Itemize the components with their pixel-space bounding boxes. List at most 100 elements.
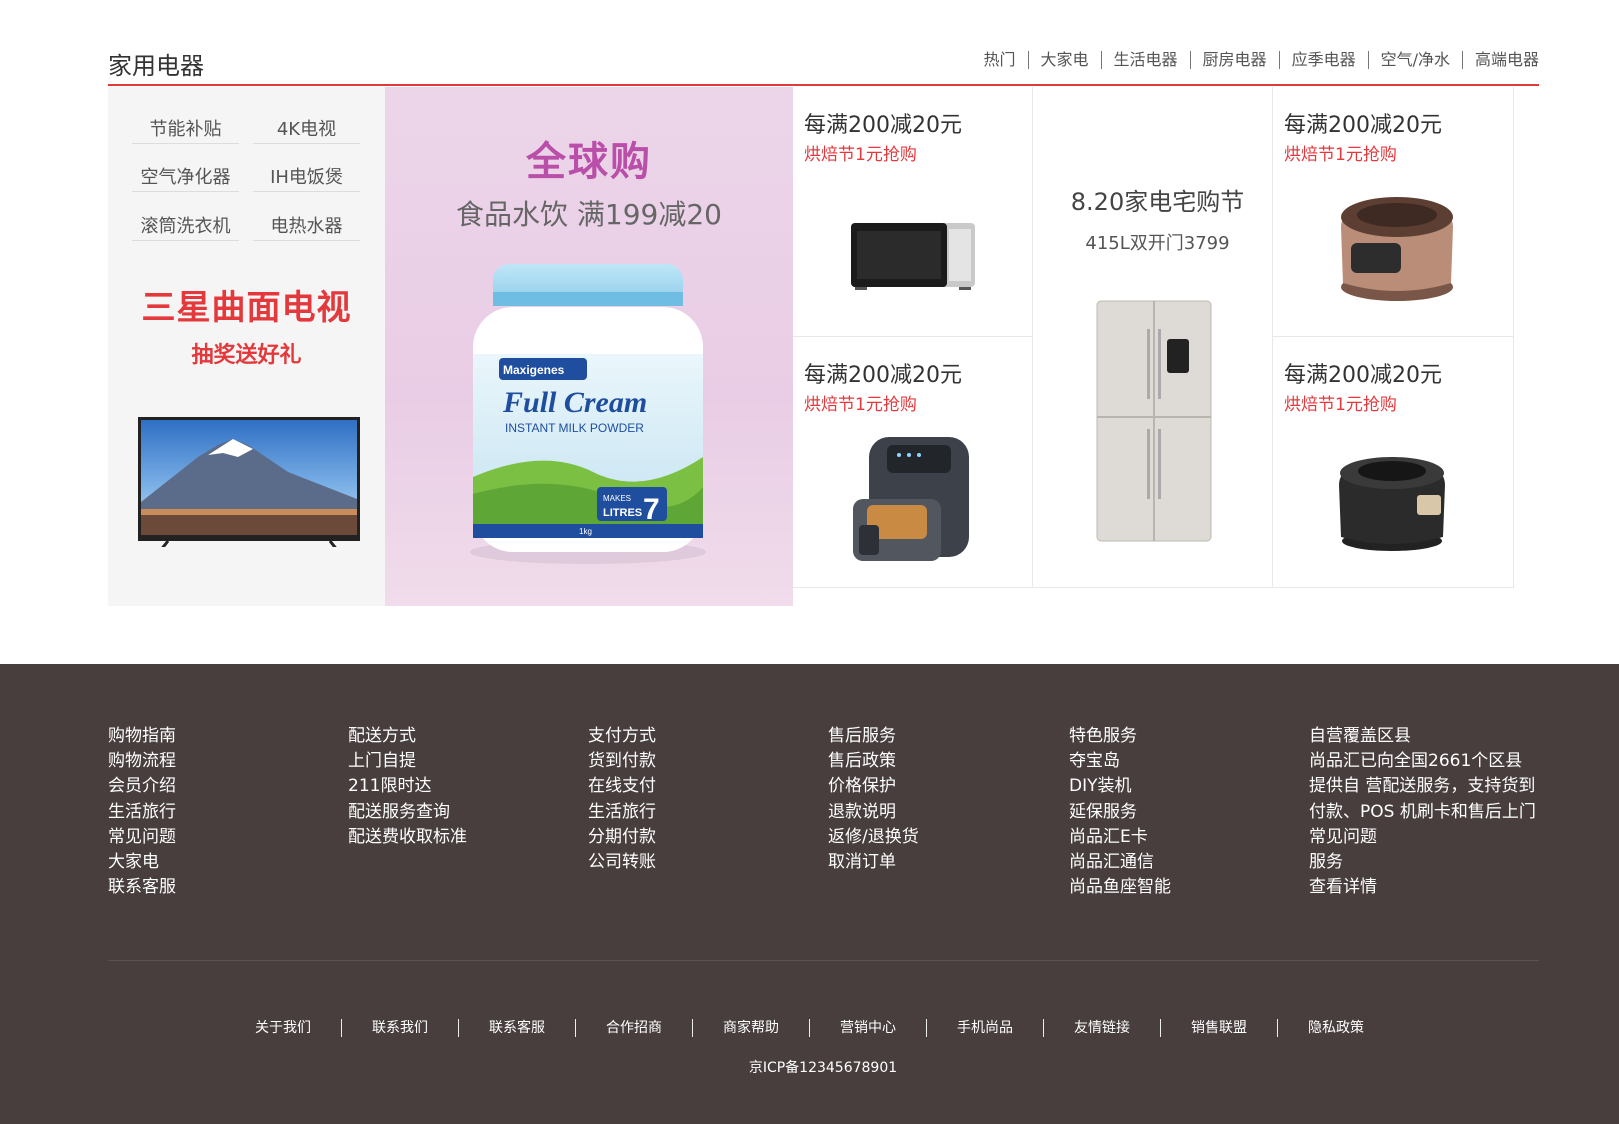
footer-link[interactable]: 退款说明 <box>828 800 919 825</box>
footer-divider <box>108 960 1539 961</box>
footer-link[interactable]: 货到付款 <box>588 749 656 774</box>
footer-link-contact[interactable]: 联系我们 <box>341 1019 458 1037</box>
left-panel: 节能补贴 4K电视 空气净化器 IH电饭煲 滚筒洗衣机 电热水器 三星曲面电视 … <box>108 87 385 606</box>
center-cell-subtitle: 415L双开门3799 <box>1085 233 1230 254</box>
footer-link[interactable]: 211限时达 <box>348 774 467 799</box>
footer-link[interactable]: 夺宝岛 <box>1069 749 1171 774</box>
footer-link[interactable]: 会员介绍 <box>108 774 176 799</box>
product-cell-rice-cooker[interactable]: 每满200减20元 烘焙节1元抢购 <box>1273 87 1514 337</box>
cell-subtitle: 烘焙节1元抢购 <box>1284 145 1397 165</box>
footer-link[interactable]: 售后政策 <box>828 749 919 774</box>
footer-text: 提供自 营配送服务，支持货到 <box>1309 776 1536 797</box>
footer-bottom-links: 关于我们 联系我们 联系客服 合作招商 商家帮助 营销中心 手机尚品 友情链接 … <box>0 1019 1619 1037</box>
footer-link-marketing[interactable]: 营销中心 <box>809 1019 926 1037</box>
can-brand: Maxigenes <box>503 363 565 377</box>
tab-air-water[interactable]: 空气/净水 <box>1367 51 1462 69</box>
keyword-link[interactable]: 电热水器 <box>253 212 360 241</box>
keyword-link[interactable]: 节能补贴 <box>132 115 239 144</box>
footer-heading: 配送方式 <box>348 726 416 746</box>
keyword-link[interactable]: 空气净化器 <box>132 163 239 192</box>
cell-title: 每满200减20元 <box>1284 363 1442 388</box>
footer-link[interactable]: 公司转账 <box>588 850 656 875</box>
footer-link[interactable]: 在线支付 <box>588 774 656 799</box>
footer-column-shopping-guide: 购物指南 购物流程 会员介绍 生活旅行 常见问题 大家电 联系客服 <box>108 724 176 900</box>
footer-link[interactable]: 延保服务 <box>1069 800 1171 825</box>
footer-link[interactable]: 配送服务查询 <box>348 800 467 825</box>
cell-subtitle: 烘焙节1元抢购 <box>804 145 917 165</box>
footer-heading: 购物指南 <box>108 726 176 746</box>
footer-link-affiliate[interactable]: 销售联盟 <box>1160 1019 1277 1037</box>
footer-heading: 特色服务 <box>1069 726 1137 746</box>
keyword-link[interactable]: IH电饭煲 <box>253 163 360 192</box>
footer-link[interactable]: 常见问题 <box>1309 825 1536 850</box>
tab-seasonal-appliances[interactable]: 应季电器 <box>1278 51 1368 69</box>
banner-title: 全球购 <box>526 139 652 185</box>
cell-title: 每满200减20元 <box>804 363 962 388</box>
footer-link[interactable]: 取消订单 <box>828 850 919 875</box>
footer-text: 尚品汇已向全国2661个区县 <box>1309 751 1523 772</box>
footer-link[interactable]: 尚品鱼座智能 <box>1069 875 1171 900</box>
floor-title: 家用电器 <box>108 52 204 80</box>
footer-link-merchant-help[interactable]: 商家帮助 <box>692 1019 809 1037</box>
site-footer: 购物指南 购物流程 会员介绍 生活旅行 常见问题 大家电 联系客服 配送方式 上… <box>0 664 1619 1124</box>
footer-link[interactable]: 价格保护 <box>828 774 919 799</box>
footer-heading: 支付方式 <box>588 726 656 746</box>
footer-link[interactable]: 返修/退换货 <box>828 825 919 850</box>
footer-link[interactable]: 尚品汇E卡 <box>1069 825 1171 850</box>
cell-subtitle: 烘焙节1元抢购 <box>1284 395 1397 415</box>
footer-link[interactable]: 配送费收取标准 <box>348 825 467 850</box>
global-buy-banner[interactable]: 全球购 食品水饮 满199减20 Maxigenes Full Cream IN… <box>385 87 793 606</box>
product-cell-rice-cooker-black[interactable]: 每满200减20元 烘焙节1元抢购 <box>1273 337 1514 588</box>
product-cell-microwave[interactable]: 每满200减20元 烘焙节1元抢购 <box>793 87 1033 337</box>
keyword-link[interactable]: 4K电视 <box>253 115 360 144</box>
tab-premium-appliances[interactable]: 高端电器 <box>1461 51 1539 69</box>
cell-title: 每满200减20元 <box>804 113 962 138</box>
footer-link[interactable]: 大家电 <box>108 850 176 875</box>
footer-link[interactable]: 查看详情 <box>1309 875 1536 900</box>
footer-link[interactable]: 生活旅行 <box>588 800 656 825</box>
tv-image[interactable] <box>138 417 360 547</box>
can-product-name: Full Cream <box>502 386 647 419</box>
footer-link-privacy[interactable]: 隐私政策 <box>1277 1019 1394 1037</box>
footer-link[interactable]: 常见问题 <box>108 825 176 850</box>
rice-cooker-black-icon <box>1339 457 1445 551</box>
footer-link-about[interactable]: 关于我们 <box>225 1019 341 1037</box>
icp-license: 京ICP备12345678901 <box>748 1060 898 1076</box>
footer-column-coverage: 自营覆盖区县 尚品汇已向全国2661个区县 提供自 营配送服务，支持货到 付款、… <box>1309 724 1536 900</box>
keyword-link[interactable]: 滚筒洗衣机 <box>132 212 239 241</box>
footer-column-after-sales: 售后服务 售后政策 价格保护 退款说明 返修/退换货 取消订单 <box>828 724 919 875</box>
footer-column-special-services: 特色服务 夺宝岛 DIY装机 延保服务 尚品汇E卡 尚品汇通信 尚品鱼座智能 <box>1069 724 1171 900</box>
tab-large-appliances[interactable]: 大家电 <box>1027 51 1101 69</box>
floor-tabs: 热门 大家电 生活电器 厨房电器 应季电器 空气/净水 高端电器 <box>972 51 1539 69</box>
tab-hot[interactable]: 热门 <box>972 51 1028 69</box>
footer-link[interactable]: 上门自提 <box>348 749 467 774</box>
footer-link[interactable]: DIY装机 <box>1069 774 1171 799</box>
can-badge-num: 7 <box>643 493 660 526</box>
footer-link[interactable]: 购物流程 <box>108 749 176 774</box>
footer-link-partnership[interactable]: 合作招商 <box>575 1019 692 1037</box>
center-cell-title: 8.20家电宅购节 <box>1070 188 1245 216</box>
tab-kitchen-appliances[interactable]: 厨房电器 <box>1189 51 1279 69</box>
promo-title[interactable]: 三星曲面电视 <box>108 280 385 329</box>
footer-heading: 售后服务 <box>828 726 896 746</box>
can-badge-bottom: LITRES <box>603 507 642 519</box>
milk-powder-can-image: Maxigenes Full Cream INSTANT MILK POWDER… <box>470 264 706 564</box>
footer-link-mobile[interactable]: 手机尚品 <box>926 1019 1043 1037</box>
refrigerator-icon <box>1096 300 1212 542</box>
footer-link-friends[interactable]: 友情链接 <box>1043 1019 1160 1037</box>
footer-link[interactable]: 分期付款 <box>588 825 656 850</box>
footer-link[interactable]: 尚品汇通信 <box>1069 850 1171 875</box>
can-product-desc: INSTANT MILK POWDER <box>505 421 644 435</box>
tab-life-appliances[interactable]: 生活电器 <box>1100 51 1190 69</box>
footer-link[interactable]: 生活旅行 <box>108 800 176 825</box>
product-cell-air-fryer[interactable]: 每满200减20元 烘焙节1元抢购 <box>793 337 1033 588</box>
product-cell-refrigerator[interactable]: 8.20家电宅购节 415L双开门3799 <box>1033 87 1273 588</box>
footer-column-payment: 支付方式 货到付款 在线支付 生活旅行 分期付款 公司转账 <box>588 724 656 875</box>
floor-header: 家用电器 热门 大家电 生活电器 厨房电器 应季电器 空气/净水 高端电器 <box>108 0 1539 86</box>
footer-link-customer-service[interactable]: 联系客服 <box>458 1019 575 1037</box>
footer-link[interactable]: 联系客服 <box>108 875 176 900</box>
cell-title: 每满200减20元 <box>1284 113 1442 138</box>
promo-subtitle: 抽奖送好礼 <box>191 343 302 368</box>
microwave-oven-icon <box>851 223 975 290</box>
can-badge-top: MAKES <box>603 494 631 503</box>
